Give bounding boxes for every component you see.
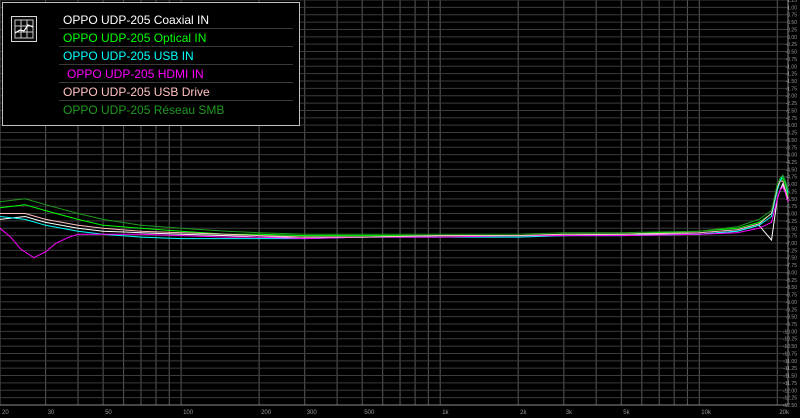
y-tick-label: -9.25 xyxy=(786,307,798,313)
y-tick-label: -6.25 xyxy=(786,219,798,225)
y-tick-label: -8.75 xyxy=(786,293,798,299)
y-tick-label: -7.50 xyxy=(786,256,798,262)
x-tick-label: 500 xyxy=(364,410,375,416)
x-tick-label: 3k xyxy=(566,410,573,416)
y-tick-label: -1.75 xyxy=(786,86,798,92)
legend-entry-hdmi: OPPO UDP-205 HDMI IN xyxy=(3,65,293,83)
legend-entry-optical: OPPO UDP-205 Optical IN xyxy=(3,29,293,47)
y-tick-label: -4.25 xyxy=(786,160,798,166)
y-tick-label: 0.75 xyxy=(787,13,797,19)
y-tick-label: -10.50 xyxy=(783,344,797,350)
x-tick-label: 30 xyxy=(48,410,55,416)
y-tick-label: -9.75 xyxy=(786,322,798,328)
chart-legend[interactable]: OPPO UDP-205 Coaxial IN OPPO UDP-205 Opt… xyxy=(2,2,300,126)
y-tick-label: -6.00 xyxy=(786,212,798,218)
x-tick-label: 2k xyxy=(520,410,527,416)
y-tick-label: -9.00 xyxy=(786,300,798,306)
legend-entry-usb-drive: OPPO UDP-205 USB Drive xyxy=(3,83,293,101)
y-tick-label: -6.75 xyxy=(786,234,798,240)
y-tick-label: 0.00 xyxy=(787,35,797,41)
legend-label: OPPO UDP-205 Réseau SMB xyxy=(63,103,225,117)
legend-entry-coaxial: OPPO UDP-205 Coaxial IN xyxy=(3,11,293,29)
y-tick-label: 1.25 xyxy=(787,0,797,4)
y-tick-label: -8.25 xyxy=(786,278,798,284)
y-tick-label: -10.00 xyxy=(783,329,797,335)
y-tick-label: -4.00 xyxy=(786,153,798,159)
y-tick-label: -5.75 xyxy=(786,204,798,210)
y-tick-label: 0.25 xyxy=(787,27,797,33)
y-tick-label: -12.00 xyxy=(783,388,797,394)
y-tick-label: -7.25 xyxy=(786,248,798,254)
legend-label: OPPO UDP-205 USB Drive xyxy=(63,85,210,99)
y-tick-label: -4.50 xyxy=(786,167,798,173)
y-tick-label: -2.00 xyxy=(786,94,798,100)
y-tick-label: -7.00 xyxy=(786,241,798,247)
legend-label: OPPO UDP-205 USB IN xyxy=(63,49,194,63)
y-tick-label: -11.50 xyxy=(783,374,797,380)
x-tick-label: 1k xyxy=(442,410,449,416)
legend-entry-usb-in: OPPO UDP-205 USB IN xyxy=(3,47,293,65)
y-tick-label: -0.25 xyxy=(786,42,798,48)
legend-entry-smb: OPPO UDP-205 Réseau SMB xyxy=(3,101,293,119)
y-tick-label: -0.75 xyxy=(786,57,798,63)
y-tick-label: -9.50 xyxy=(786,315,798,321)
y-tick-label: -12.25 xyxy=(783,396,797,402)
y-tick-label: -3.50 xyxy=(786,138,798,144)
x-tick-label: 20k xyxy=(779,410,790,416)
y-tick-label: -0.50 xyxy=(786,50,798,56)
y-tick-label: -10.75 xyxy=(783,351,797,357)
y-tick-label: -11.25 xyxy=(783,366,797,372)
y-tick-label: -8.50 xyxy=(786,285,798,291)
y-tick-label: -2.75 xyxy=(786,116,798,122)
y-tick-label: -11.00 xyxy=(783,359,797,365)
legend-label: OPPO UDP-205 Optical IN xyxy=(63,31,207,45)
y-tick-label: -6.50 xyxy=(786,226,798,232)
legend-label: OPPO UDP-205 Coaxial IN xyxy=(63,13,210,27)
y-tick-label: -7.75 xyxy=(786,263,798,269)
x-tick-label: 5k xyxy=(623,410,630,416)
y-tick-label: -2.25 xyxy=(786,101,798,107)
y-tick-label: 1.00 xyxy=(787,5,797,11)
y-tick-label: -8.00 xyxy=(786,270,798,276)
y-tick-label: -4.75 xyxy=(786,175,798,181)
y-tick-label: -12.50 xyxy=(783,403,797,409)
y-tick-label: -11.75 xyxy=(783,381,797,387)
x-tick-label: 10k xyxy=(701,410,712,416)
y-tick-label: -3.75 xyxy=(786,145,798,151)
y-tick-label: -1.25 xyxy=(786,72,798,78)
y-tick-label: -10.25 xyxy=(783,337,797,343)
y-tick-label: -3.00 xyxy=(786,123,798,129)
legend-label: OPPO UDP-205 HDMI IN xyxy=(67,67,204,81)
x-tick-label: 100 xyxy=(183,410,194,416)
x-tick-label: 20 xyxy=(2,410,9,416)
y-tick-label: -1.00 xyxy=(786,64,798,70)
y-tick-label: -2.50 xyxy=(786,108,798,114)
y-tick-label: -3.25 xyxy=(786,131,798,137)
y-tick-label: -1.50 xyxy=(786,79,798,85)
x-tick-label: 50 xyxy=(105,410,112,416)
x-tick-label: 200 xyxy=(261,410,272,416)
y-tick-label: 0.50 xyxy=(787,20,797,26)
x-tick-label: 300 xyxy=(307,410,318,416)
